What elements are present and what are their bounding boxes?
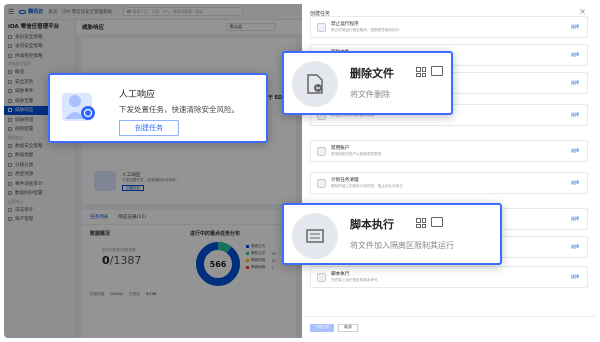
task-type-title: 计划任务清理 — [331, 178, 359, 183]
windows-icon — [416, 67, 426, 77]
task-type-title: 脚本执行 — [331, 272, 350, 277]
file-delete-icon — [307, 74, 323, 94]
select-link[interactable]: 选择 — [571, 24, 579, 30]
script-exec-callout[interactable]: 脚本执行 将文件加入隔离区限制其运行 — [282, 203, 502, 265]
select-link[interactable]: 选择 — [571, 80, 579, 86]
task-type-card[interactable]: 禁止运行程序 禁止终端运行指定程序，阻断恶意程序执行 选择 — [310, 16, 588, 38]
task-type-icon — [317, 272, 326, 282]
modal-overlay[interactable] — [4, 4, 302, 338]
delete-file-title: 删除文件 — [350, 67, 394, 80]
create-task-button[interactable]: 创建任务 — [119, 120, 179, 136]
task-type-icon — [317, 178, 326, 188]
close-icon[interactable]: × — [579, 7, 586, 16]
manual-response-title: 人工响应 — [119, 90, 156, 100]
script-exec-desc: 将文件加入隔离区限制其运行 — [350, 241, 454, 250]
select-link[interactable]: 选择 — [571, 148, 579, 154]
manual-response-desc: 下发处置任务，快速清除安全风险。 — [119, 105, 239, 114]
submit-task-button[interactable]: 下发任务 — [310, 323, 334, 332]
task-type-card[interactable]: 脚本执行 在终端上执行指定的脚本命令 选择 — [310, 266, 588, 288]
script-exec-title: 脚本执行 — [350, 218, 394, 231]
task-type-desc: 在终端上执行指定的脚本命令 — [331, 278, 378, 282]
task-type-desc: 禁止终端运行指定程序，阻断恶意程序执行 — [331, 28, 400, 32]
terminal-icon — [306, 229, 324, 243]
delete-file-icon-bg — [292, 61, 338, 107]
cancel-button[interactable]: 取消 — [338, 323, 358, 332]
app-window: ☰ 腾讯云 总览 iOA 零信任安全管理系统 搜索产品、文档、API，使用快捷键… — [4, 4, 596, 338]
manual-response-card: 人工响应 下发处置任务，快速清除安全风险。 创建任务 — [48, 73, 268, 143]
drawer-footer: 下发任务 取消 — [302, 316, 596, 338]
task-type-title: 禁止运行程序 — [331, 22, 359, 27]
person-shield-icon — [62, 87, 98, 123]
select-link[interactable]: 选择 — [571, 112, 579, 118]
task-type-title: 禁用账户 — [331, 146, 350, 151]
script-icon-bg — [292, 213, 338, 259]
task-type-icon — [317, 146, 326, 156]
monitor-icon-2 — [431, 217, 443, 227]
select-link[interactable]: 选择 — [571, 52, 579, 58]
task-type-icon — [317, 22, 326, 32]
delete-file-callout[interactable]: 删除文件 将文件删除 — [282, 51, 453, 115]
task-type-desc: 删除终端上的指定计划任务，阻止持久化攻击 — [331, 184, 403, 188]
monitor-icon — [431, 66, 443, 76]
select-link[interactable]: 选择 — [571, 180, 579, 186]
delete-file-desc: 将文件删除 — [350, 90, 390, 99]
windows-icon-2 — [416, 218, 426, 228]
task-type-card[interactable]: 禁用账户 禁用指定的账户以阻断恶意登录 选择 — [310, 140, 588, 162]
task-type-desc: 禁用指定的账户以阻断恶意登录 — [331, 152, 382, 156]
select-link[interactable]: 选择 — [571, 216, 579, 222]
select-link[interactable]: 选择 — [571, 274, 579, 280]
select-link[interactable]: 选择 — [571, 244, 579, 250]
task-type-card[interactable]: 计划任务清理 删除终端上的指定计划任务，阻止持久化攻击 选择 — [310, 172, 588, 194]
